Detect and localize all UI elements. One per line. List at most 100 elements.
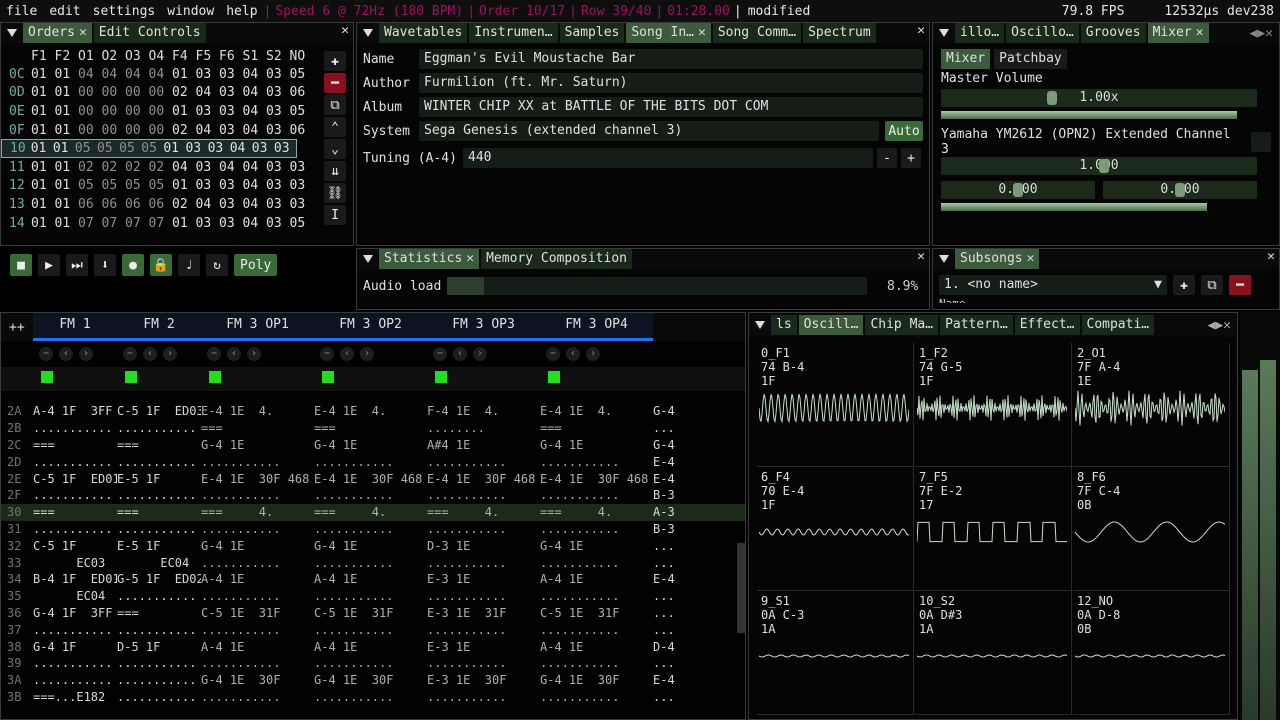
slider-knob[interactable] — [1013, 183, 1023, 197]
channel-button-icon[interactable]: − — [207, 347, 221, 361]
pattern-cell[interactable]: ... — [653, 556, 693, 570]
tab-scroll-icon[interactable]: ◀▶✕ — [1208, 318, 1231, 333]
pattern-cell[interactable]: ........... — [201, 455, 314, 469]
pattern-cell[interactable]: G-4 — [653, 438, 693, 452]
order-cell[interactable]: 00 — [149, 123, 173, 138]
pattern-cell[interactable]: A-4 1E — [201, 572, 314, 586]
order-cell[interactable]: 02 — [102, 160, 126, 175]
pattern-cell[interactable]: B-3 — [653, 488, 693, 502]
order-cell[interactable]: 06 — [290, 85, 314, 100]
order-cell[interactable]: 04 — [196, 123, 220, 138]
pattern-cell[interactable]: ........... — [427, 589, 540, 603]
pattern-cell[interactable]: E-4 1E 30F 468 — [314, 472, 427, 486]
order-cell[interactable]: 01 — [55, 160, 79, 175]
pattern-options-button[interactable]: ++ — [1, 320, 33, 335]
pattern-cell[interactable]: E-3 1E — [427, 640, 540, 654]
pattern-row[interactable]: 31......................................… — [1, 521, 745, 538]
pattern-row[interactable]: 2E C-5 1F ED01 E-5 1F E-4 1E 30F 468 E-4 1E… — [1, 470, 745, 487]
tab-effect-list[interactable]: Effect… — [1014, 315, 1080, 335]
tab-edit-controls[interactable]: Edit Controls — [93, 23, 206, 43]
pattern-cell[interactable]: === — [33, 438, 117, 452]
tab-wavetables[interactable]: Wavetables — [379, 23, 468, 43]
order-cell[interactable]: 02 — [172, 85, 196, 100]
pattern-row[interactable]: 36 G-4 1F 3FF === C-5 1E 31F C-5 1E 31F E-3 … — [1, 605, 745, 622]
master-volume-slider[interactable]: 1.00x — [941, 89, 1257, 107]
collapse-arrow-icon[interactable] — [755, 321, 765, 329]
order-cell[interactable]: 04 — [219, 160, 243, 175]
channel-button-icon[interactable]: − — [123, 347, 137, 361]
slider-knob[interactable] — [1047, 91, 1057, 105]
tab-channel-oscilloscope[interactable]: Oscill… — [798, 315, 864, 335]
pattern-cell[interactable]: ........... — [201, 589, 314, 603]
pattern-cell[interactable]: G-4 1E — [201, 438, 314, 452]
close-icon[interactable]: ✕ — [1196, 23, 1204, 43]
order-cell[interactable]: 06 — [102, 197, 126, 212]
order-cell[interactable]: 03 — [196, 160, 220, 175]
pattern-cell[interactable]: E-3 1E — [427, 572, 540, 586]
pattern-cell[interactable]: === 4. — [314, 505, 427, 519]
tab-subsongs[interactable]: Subsongs ✕ — [955, 249, 1040, 269]
order-cell[interactable]: 03 — [219, 178, 243, 193]
order-cell[interactable]: 01 — [55, 85, 79, 100]
pattern-cell[interactable]: A-4 1E — [314, 640, 427, 654]
pattern-row[interactable]: 2B...................... === === ........… — [1, 420, 745, 437]
order-cell[interactable]: 00 — [125, 85, 149, 100]
pattern-cell[interactable]: === — [33, 505, 117, 519]
pattern-row[interactable]: 2C === === G-4 1E G-4 1E A#4 1E G-4 1E G-… — [1, 437, 745, 454]
channel-button-icon[interactable]: ‹ — [453, 347, 467, 361]
order-cell[interactable]: 04 — [149, 67, 173, 82]
order-cell[interactable]: 05 — [75, 141, 97, 156]
pattern-cell[interactable]: === 4. — [427, 505, 540, 519]
order-cell[interactable]: 03 — [290, 160, 314, 175]
pattern-cell[interactable]: === — [201, 421, 314, 435]
order-cell[interactable]: 01 — [55, 197, 79, 212]
pattern-cell[interactable]: G-4 1E — [540, 539, 653, 553]
order-cell[interactable]: 00 — [125, 123, 149, 138]
channel-button-icon[interactable]: › — [586, 347, 600, 361]
add-subsong-icon[interactable]: ✚ — [1173, 275, 1195, 295]
pattern-cell[interactable]: === — [117, 606, 201, 620]
tab-grooves[interactable]: Grooves — [1080, 23, 1146, 43]
pattern-cell[interactable]: ........... — [314, 488, 427, 502]
pattern-cell[interactable]: ........... — [427, 556, 540, 570]
pattern-row[interactable]: 30 === === === 4. === 4. === 4. === 4. A-3 — [1, 503, 745, 521]
order-cell[interactable]: 01 — [172, 104, 196, 119]
pattern-cell[interactable]: E-4 1E 30F 468 — [540, 472, 653, 486]
order-cell[interactable]: 01 — [31, 85, 55, 100]
place-bottom-icon[interactable]: ⇊ — [324, 161, 346, 181]
pattern-cell[interactable]: ........... — [314, 656, 427, 670]
pattern-cell[interactable]: ... — [653, 589, 693, 603]
order-cell[interactable]: 04 — [243, 104, 267, 119]
cursor-icon[interactable]: I — [324, 205, 346, 225]
add-order-icon[interactable]: ✚ — [324, 51, 346, 71]
pattern-cell[interactable]: ........... — [117, 488, 201, 502]
pattern-cell[interactable]: EC04 — [117, 556, 201, 570]
menu-settings[interactable]: settings — [87, 4, 162, 19]
order-cell[interactable]: 05 — [78, 178, 102, 193]
channel-header[interactable]: FM 3 OP2 — [314, 313, 427, 341]
pattern-cell[interactable]: A-4 1F 3FF — [33, 404, 117, 418]
pattern-cell[interactable]: === — [314, 421, 427, 435]
pattern-cell[interactable]: G-5 1F ED02 — [117, 572, 201, 586]
channel-header[interactable]: FM 3 OP3 — [427, 313, 540, 341]
pattern-row[interactable]: 38 G-4 1F D-5 1F A-4 1E A-4 1E E-3 1E A-4… — [1, 638, 745, 655]
order-cell[interactable]: 03 — [219, 216, 243, 231]
order-row[interactable]: 0D 01 01 00 00 00 00 02 04 03 04 03 06 — [1, 84, 353, 103]
pattern-cell[interactable]: ===...E182 — [33, 690, 117, 704]
pattern-cell[interactable]: E-5 1F — [117, 539, 201, 553]
pattern-row[interactable]: 35 EC04 ................................… — [1, 588, 745, 605]
pattern-cell[interactable]: ........... — [540, 488, 653, 502]
order-cell[interactable]: 01 — [31, 197, 55, 212]
pattern-cell[interactable]: ........... — [201, 656, 314, 670]
channel-button-icon[interactable]: › — [79, 347, 93, 361]
pattern-cell[interactable]: G-4 1E — [540, 438, 653, 452]
order-cell[interactable]: 05 — [149, 178, 173, 193]
order-cell[interactable]: 01 — [55, 216, 79, 231]
channel-header[interactable]: FM 3 OP4 — [540, 313, 653, 341]
order-cell[interactable]: 00 — [125, 104, 149, 119]
pattern-cell[interactable]: ........... — [540, 623, 653, 637]
album-field[interactable]: WINTER CHIP XX at BATTLE OF THE BITS DOT… — [419, 97, 923, 117]
order-cell[interactable]: 07 — [78, 216, 102, 231]
subsong-select[interactable]: 1. <no name> ▼ — [939, 275, 1167, 295]
order-cell[interactable]: 04 — [196, 85, 220, 100]
